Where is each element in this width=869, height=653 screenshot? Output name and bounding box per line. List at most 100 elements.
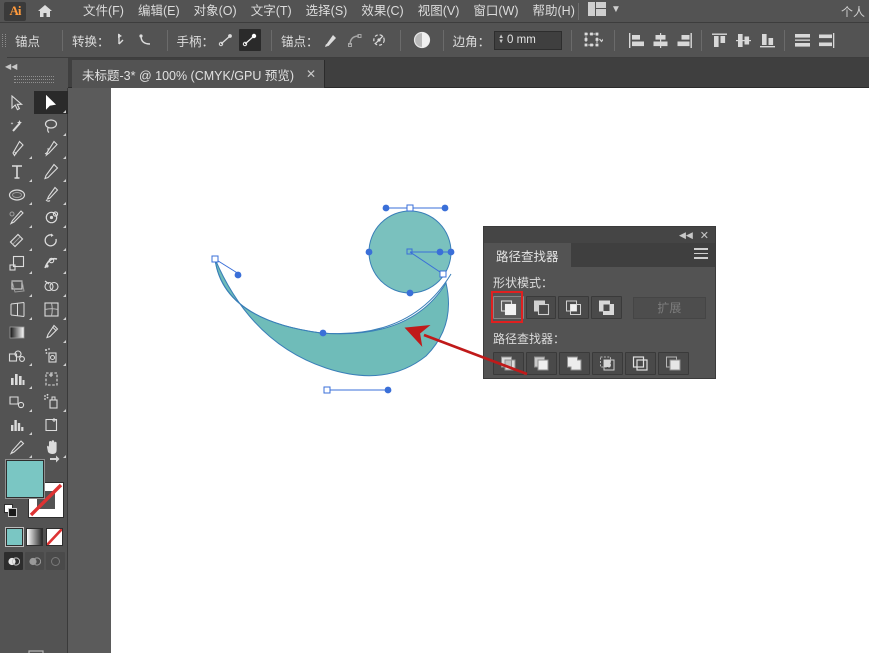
expand-button[interactable]: 扩展 xyxy=(632,296,706,319)
curvature-tool[interactable] xyxy=(34,137,68,160)
merge-button[interactable] xyxy=(559,352,590,375)
none-icon[interactable] xyxy=(46,528,63,546)
close-icon[interactable]: ✕ xyxy=(306,67,316,81)
eraser-tool[interactable] xyxy=(0,229,34,252)
column-graph-tool-2[interactable] xyxy=(0,413,34,436)
divide-button[interactable] xyxy=(493,352,524,375)
menu-file[interactable]: 文件(F) xyxy=(76,0,131,23)
artboard-tool[interactable] xyxy=(34,367,68,390)
corner-stepper[interactable]: ▲ ▼ xyxy=(498,34,504,45)
align-bottom-icon[interactable] xyxy=(756,29,778,51)
isolate-selected-object-icon[interactable] xyxy=(411,29,433,51)
crop-button[interactable] xyxy=(592,352,623,375)
control-bar-grip[interactable] xyxy=(0,22,7,58)
tool-flyout-corner-icon xyxy=(29,455,32,458)
artboard-tool-2[interactable] xyxy=(34,413,68,436)
close-panel-icon[interactable]: ✕ xyxy=(700,229,709,242)
intersect-button[interactable] xyxy=(558,296,590,319)
show-handles-icon[interactable] xyxy=(215,29,237,51)
default-fill-stroke-icon[interactable] xyxy=(4,504,18,518)
chevron-down-icon[interactable]: ▼ xyxy=(611,4,621,15)
free-transform-tool[interactable] xyxy=(0,275,34,298)
line-segment-tool[interactable] xyxy=(34,160,68,183)
menu-window[interactable]: 窗口(W) xyxy=(466,0,525,23)
blend-tool[interactable] xyxy=(0,344,34,367)
divider xyxy=(399,29,401,51)
hide-handles-icon[interactable] xyxy=(239,29,262,51)
align-right-icon[interactable] xyxy=(673,29,695,51)
menu-view[interactable]: 视图(V) xyxy=(411,0,467,23)
magic-wand-tool[interactable] xyxy=(0,114,34,137)
lasso-tool[interactable] xyxy=(34,114,68,137)
selection-tool[interactable] xyxy=(0,91,34,114)
eyedropper-tool[interactable] xyxy=(34,321,68,344)
solid-color-icon[interactable] xyxy=(6,528,23,546)
column-graph-tool[interactable] xyxy=(0,367,34,390)
minus-front-button[interactable] xyxy=(525,296,557,319)
distribute-horizontal-icon[interactable] xyxy=(815,29,837,51)
gradient-tool[interactable] xyxy=(0,321,34,344)
blob-brush-tool[interactable] xyxy=(34,206,68,229)
direct-selection-tool[interactable] xyxy=(34,91,68,114)
align-left-icon[interactable] xyxy=(625,29,647,51)
remove-anchor-icon[interactable] xyxy=(320,29,342,51)
ellipse-tool[interactable] xyxy=(0,183,34,206)
menu-item-list: 文件(F) 编辑(E) 对象(O) 文字(T) 选择(S) 效果(C) 视图(V… xyxy=(76,0,582,23)
align-top-icon[interactable] xyxy=(708,29,730,51)
cut-path-icon[interactable] xyxy=(368,29,390,51)
draw-normal-icon[interactable] xyxy=(4,552,23,570)
paintbrush-tool[interactable] xyxy=(34,183,68,206)
panel-collapse-icon[interactable]: ◀◀ xyxy=(2,60,66,72)
fill-swatch[interactable] xyxy=(6,460,44,498)
menu-edit[interactable]: 编辑(E) xyxy=(131,0,187,23)
type-tool[interactable] xyxy=(0,160,34,183)
align-horizontal-center-icon[interactable] xyxy=(649,29,671,51)
tool-flyout-corner-icon xyxy=(63,363,66,366)
account-label[interactable]: 个人 xyxy=(841,3,867,20)
shaper-tool[interactable] xyxy=(0,206,34,229)
menu-type[interactable]: 文字(T) xyxy=(244,0,299,23)
rotate-tool[interactable] xyxy=(34,229,68,252)
shape-builder-tool[interactable] xyxy=(34,275,68,298)
unite-button[interactable] xyxy=(493,296,524,319)
trim-button[interactable] xyxy=(526,352,557,375)
connect-anchor-icon[interactable] xyxy=(344,29,366,51)
swap-fill-stroke-icon[interactable] xyxy=(48,454,62,468)
pen-tool[interactable] xyxy=(0,137,34,160)
symbol-sprayer-tool[interactable] xyxy=(34,344,68,367)
slice-tool[interactable] xyxy=(0,390,34,413)
convert-to-smooth-icon[interactable] xyxy=(135,29,157,51)
panel-menu-icon[interactable] xyxy=(694,248,708,260)
menu-help[interactable]: 帮助(H) xyxy=(526,0,582,23)
menu-object[interactable]: 对象(O) xyxy=(187,0,244,23)
home-icon[interactable] xyxy=(32,0,58,23)
gradient-icon[interactable] xyxy=(26,528,43,546)
exclude-button[interactable] xyxy=(591,296,622,319)
mesh-tool[interactable] xyxy=(34,298,68,321)
perspective-grid-tool[interactable] xyxy=(0,298,34,321)
convert-to-corner-icon[interactable] xyxy=(111,29,133,51)
tool-flyout-corner-icon xyxy=(29,432,32,435)
distribute-vertical-icon[interactable] xyxy=(791,29,813,51)
width-tool[interactable] xyxy=(34,252,68,275)
free-transform-extra-tool[interactable] xyxy=(34,390,68,413)
draw-behind-icon[interactable] xyxy=(25,552,44,570)
collapse-panel-icon[interactable]: ◀◀ xyxy=(679,230,693,241)
draw-inside-icon[interactable] xyxy=(46,552,65,570)
tab-pathfinder[interactable]: 路径查找器 xyxy=(484,243,571,267)
menu-select[interactable]: 选择(S) xyxy=(299,0,355,23)
scale-tool[interactable] xyxy=(0,252,34,275)
workspace-switcher[interactable]: ▼ xyxy=(588,2,621,16)
workspace-switcher-icon[interactable] xyxy=(588,2,606,16)
document-tab[interactable]: 未标题-3* @ 100% (CMYK/GPU 预览) ✕ xyxy=(72,60,326,88)
menu-effect[interactable]: 效果(C) xyxy=(354,0,410,23)
corner-radius-field[interactable]: ▲ ▼ 0 mm xyxy=(494,30,563,50)
align-vertical-center-icon[interactable] xyxy=(732,29,754,51)
transform-grid-icon[interactable] xyxy=(582,29,604,51)
toolbar-drag-grip[interactable] xyxy=(14,74,54,83)
slice-knife-tool[interactable] xyxy=(0,436,34,459)
outline-button[interactable] xyxy=(625,352,656,375)
pathfinder-panel-titlebar[interactable]: ◀◀ ✕ xyxy=(484,227,715,243)
tool-flyout-corner-icon xyxy=(29,363,32,366)
minus-back-button[interactable] xyxy=(658,352,689,375)
